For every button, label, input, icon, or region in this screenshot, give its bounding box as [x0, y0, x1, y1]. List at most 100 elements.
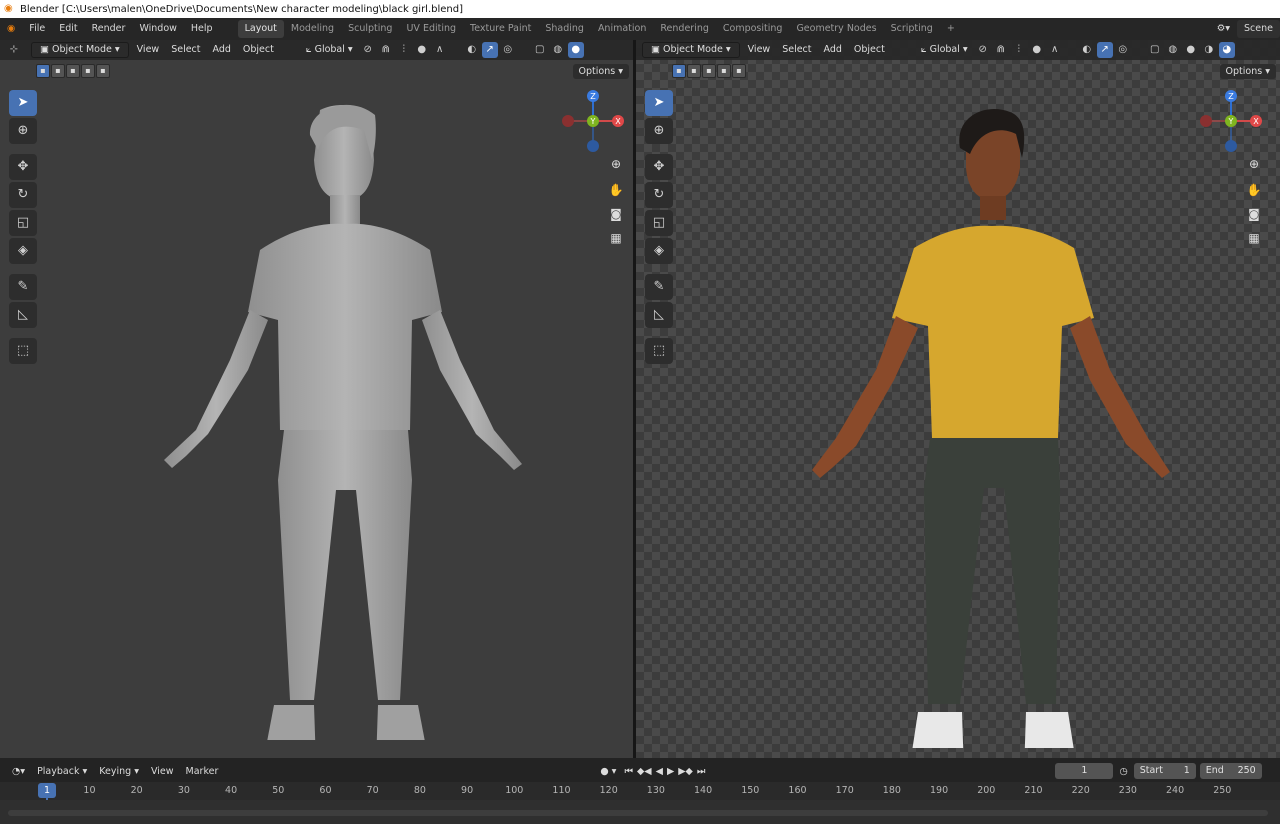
orientation-selector[interactable]: ⟀ Global ▾ — [915, 42, 974, 58]
rendered-character-model[interactable] — [804, 108, 1184, 748]
pivot-icon[interactable]: ⊘ — [360, 42, 376, 58]
gizmo-toggle-icon[interactable]: ↗ — [481, 42, 498, 58]
annotate-icon[interactable]: ✎ — [9, 274, 37, 300]
pivot-icon[interactable]: ⊘ — [975, 42, 991, 58]
zoom-icon[interactable]: ⊕ — [1244, 154, 1264, 174]
select-new-icon[interactable]: ▪ — [672, 64, 686, 78]
mode-selector[interactable]: ▣ Object Mode ▾ — [31, 42, 129, 58]
record-keyframe-icon[interactable]: ● ▾ — [594, 766, 622, 777]
frame-ruler[interactable]: 10 20 30 40 50 60 70 80 90 100 110 120 130 140 150 160 1… — [0, 782, 1280, 800]
menu-help[interactable]: Help — [184, 20, 220, 38]
snap-icon[interactable]: ⋒ — [993, 42, 1009, 58]
visibility-icon[interactable]: ◐ — [464, 42, 480, 58]
viewport-solid[interactable]: ⊹ ▣ Object Mode ▾ View Select Add Object… — [0, 40, 633, 758]
select-subtract-icon[interactable]: ▪ — [702, 64, 716, 78]
tab-compositing[interactable]: Compositing — [716, 20, 790, 38]
jump-start-icon[interactable]: ⏮ — [622, 766, 635, 777]
select-invert-icon[interactable]: ▪ — [81, 64, 95, 78]
visibility-icon[interactable]: ◐ — [1079, 42, 1095, 58]
move-icon[interactable]: ✥ — [9, 154, 37, 180]
menu-view[interactable]: View — [742, 42, 777, 58]
xray-icon[interactable]: ▢ — [1147, 42, 1163, 58]
add-workspace-icon[interactable]: + — [940, 20, 962, 38]
overlay-icon[interactable]: ◎ — [500, 42, 516, 58]
camera-view-icon[interactable]: ◙ — [1244, 204, 1264, 224]
current-frame-indicator[interactable]: 1 — [38, 783, 56, 798]
tab-scripting[interactable]: Scripting — [884, 20, 940, 38]
zoom-icon[interactable]: ⊕ — [606, 154, 626, 174]
pan-hand-icon[interactable]: ✋ — [1244, 180, 1264, 200]
editor-type-icon[interactable]: ⊹ — [6, 42, 22, 58]
annotate-icon[interactable]: ✎ — [645, 274, 673, 300]
navigation-gizmo[interactable]: Z X Y — [1196, 88, 1266, 158]
timeline-scrollbar[interactable] — [8, 810, 1268, 816]
tab-uv-editing[interactable]: UV Editing — [399, 20, 463, 38]
play-icon[interactable]: ▶ — [665, 766, 676, 777]
gizmo-toggle-icon[interactable]: ↗ — [1096, 42, 1113, 58]
menu-keying[interactable]: Keying ▾ — [93, 766, 145, 777]
clay-character-model[interactable] — [150, 100, 540, 740]
select-invert-icon[interactable]: ▪ — [717, 64, 731, 78]
menu-marker[interactable]: Marker — [180, 766, 225, 777]
transform-icon[interactable]: ◈ — [9, 238, 37, 264]
measure-icon[interactable]: ◺ — [645, 302, 673, 328]
orientation-selector[interactable]: ⟀ Global ▾ — [300, 42, 359, 58]
menu-add[interactable]: Add — [818, 42, 848, 58]
material-shading-icon[interactable]: ◑ — [1201, 42, 1217, 58]
grid-perspective-icon[interactable]: ▦ — [606, 228, 626, 248]
proportional-edit-icon[interactable]: ● — [414, 42, 430, 58]
tab-geometry-nodes[interactable]: Geometry Nodes — [789, 20, 883, 38]
overlay-icon[interactable]: ◎ — [1115, 42, 1131, 58]
rendered-shading-icon[interactable]: ◕ — [1218, 42, 1235, 58]
prev-keyframe-icon[interactable]: ◆◀ — [635, 766, 654, 777]
xray-icon[interactable]: ▢ — [532, 42, 548, 58]
snap-target-icon[interactable]: ⫶ — [396, 42, 412, 58]
current-frame-field[interactable]: 1 — [1055, 763, 1114, 779]
menu-select[interactable]: Select — [776, 42, 817, 58]
menu-object[interactable]: Object — [848, 42, 891, 58]
rotate-icon[interactable]: ↻ — [9, 182, 37, 208]
select-extend-icon[interactable]: ▪ — [51, 64, 65, 78]
pan-hand-icon[interactable]: ✋ — [606, 180, 626, 200]
menu-file[interactable]: File — [22, 20, 52, 38]
add-cube-icon[interactable]: ⬚ — [645, 338, 673, 364]
cursor-icon[interactable]: ⊕ — [645, 118, 673, 144]
solid-shading-icon[interactable]: ● — [1183, 42, 1199, 58]
falloff-icon[interactable]: ∧ — [432, 42, 448, 58]
tab-sculpting[interactable]: Sculpting — [341, 20, 399, 38]
select-extend-icon[interactable]: ▪ — [687, 64, 701, 78]
viewport-rendered[interactable]: ▣ Object Mode ▾ View Select Add Object ⟀… — [636, 40, 1280, 758]
transform-icon[interactable]: ◈ — [645, 238, 673, 264]
menu-window[interactable]: Window — [132, 20, 183, 38]
menu-edit[interactable]: Edit — [52, 20, 84, 38]
menu-object[interactable]: Object — [237, 42, 280, 58]
play-reverse-icon[interactable]: ◀ — [654, 766, 665, 777]
next-keyframe-icon[interactable]: ▶◆ — [676, 766, 695, 777]
navigation-gizmo[interactable]: Z X Y — [558, 88, 628, 158]
timeline-track[interactable] — [0, 800, 1280, 824]
camera-view-icon[interactable]: ◙ — [606, 204, 626, 224]
menu-select[interactable]: Select — [165, 42, 206, 58]
proportional-edit-icon[interactable]: ● — [1029, 42, 1045, 58]
menu-view[interactable]: View — [145, 766, 180, 777]
move-icon[interactable]: ✥ — [645, 154, 673, 180]
select-intersect-icon[interactable]: ▪ — [96, 64, 110, 78]
wireframe-shading-icon[interactable]: ◍ — [1165, 42, 1181, 58]
tab-modeling[interactable]: Modeling — [284, 20, 341, 38]
timeline-editor-type-icon[interactable]: ◔▾ — [6, 766, 31, 777]
blender-menu-icon[interactable]: ◉ — [0, 20, 22, 38]
wireframe-shading-icon[interactable]: ◍ — [550, 42, 566, 58]
menu-playback[interactable]: Playback ▾ — [31, 766, 93, 777]
measure-icon[interactable]: ◺ — [9, 302, 37, 328]
solid-shading-icon[interactable]: ● — [567, 42, 584, 58]
end-frame-field[interactable]: End 250 — [1199, 763, 1262, 779]
stopwatch-icon[interactable]: ◷ — [1113, 766, 1133, 777]
add-cube-icon[interactable]: ⬚ — [9, 338, 37, 364]
snap-target-icon[interactable]: ⫶ — [1011, 42, 1027, 58]
mode-selector[interactable]: ▣ Object Mode ▾ — [642, 42, 740, 58]
scale-icon[interactable]: ◱ — [645, 210, 673, 236]
menu-add[interactable]: Add — [207, 42, 237, 58]
select-subtract-icon[interactable]: ▪ — [66, 64, 80, 78]
tab-animation[interactable]: Animation — [591, 20, 653, 38]
jump-end-icon[interactable]: ⏭ — [695, 766, 708, 777]
